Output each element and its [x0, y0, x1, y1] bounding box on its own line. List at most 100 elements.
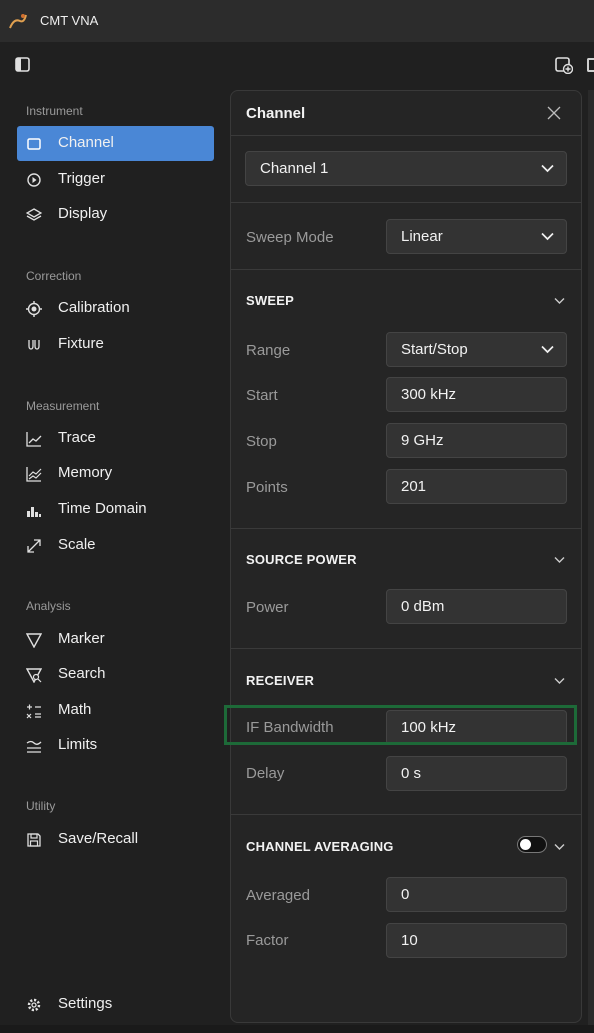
stop-label: Stop [246, 433, 277, 450]
chevron-down-icon [541, 345, 554, 354]
sidebar-item-marker[interactable]: Marker [17, 622, 214, 657]
factor-value: 10 [401, 932, 418, 949]
chevron-down-icon[interactable] [554, 556, 565, 564]
range-label: Range [246, 342, 291, 359]
section-analysis: Analysis [26, 599, 71, 613]
sidebar-item-time-domain[interactable]: Time Domain [17, 492, 214, 527]
chevron-down-icon[interactable] [554, 843, 565, 851]
chevron-down-icon[interactable] [554, 297, 565, 305]
target-icon [26, 301, 42, 317]
range-select[interactable]: Start/Stop [386, 332, 567, 367]
start-input[interactable]: 300 kHz [386, 377, 567, 412]
divider [231, 528, 581, 529]
channel-select-value: Channel 1 [260, 160, 329, 177]
range-value: Start/Stop [401, 341, 468, 358]
channel-panel: Channel Channel 1 Sweep Mode Linear SWEE… [230, 90, 582, 1023]
sidebar-item-settings[interactable]: Settings [17, 987, 214, 1022]
save-icon [27, 833, 41, 847]
sidebar-item-limits[interactable]: Limits [17, 728, 214, 763]
sidebar-item-label: Calibration [58, 299, 130, 316]
sidebar-item-trigger[interactable]: Trigger [17, 162, 214, 197]
sidebar-item-math[interactable]: Math [17, 693, 214, 728]
sidebar-item-trace[interactable]: Trace [17, 421, 214, 456]
stop-value: 9 GHz [401, 432, 444, 449]
sidebar-item-calibration[interactable]: Calibration [17, 291, 214, 326]
channel-select[interactable]: Channel 1 [245, 151, 567, 186]
averaged-value: 0 [401, 886, 410, 903]
sidebar-item-search[interactable]: Search [17, 657, 214, 692]
toolbar [0, 42, 594, 90]
status-bar [0, 1025, 594, 1033]
divider [231, 814, 581, 815]
sidebar-item-label: Time Domain [58, 500, 147, 517]
start-label: Start [246, 387, 278, 404]
source-power-section-header[interactable]: SOURCE POWER [246, 552, 357, 567]
bar-chart-icon [27, 507, 41, 517]
marker-search-icon [26, 668, 42, 683]
factor-input[interactable]: 10 [386, 923, 567, 958]
sidebar-item-label: Trace [58, 429, 96, 446]
resize-icon [27, 539, 41, 553]
sidebar-item-label: Fixture [58, 335, 104, 352]
power-label: Power [246, 599, 289, 616]
close-icon[interactable] [547, 106, 561, 120]
sidebar-item-label: Memory [58, 464, 113, 481]
sweep-mode-select[interactable]: Linear [386, 219, 567, 254]
delay-input[interactable]: 0 s [386, 756, 567, 791]
sidebar-item-label: Settings [58, 995, 113, 1012]
layers-icon [26, 208, 42, 221]
points-label: Points [246, 479, 288, 496]
divider [231, 202, 581, 203]
receiver-section-header[interactable]: RECEIVER [246, 673, 314, 688]
chevron-down-icon [541, 164, 554, 173]
sidebar-item-label: Search [58, 665, 106, 682]
start-value: 300 kHz [401, 386, 457, 403]
fixture-icon [28, 340, 40, 350]
sidebar-item-label: Channel [58, 134, 114, 151]
sidebar-toggle-icon[interactable] [15, 57, 30, 72]
sidebar-item-label: Math [58, 701, 92, 718]
averaged-label: Averaged [246, 887, 310, 904]
sweep-mode-value: Linear [401, 228, 443, 245]
averaged-input[interactable]: 0 [386, 877, 567, 912]
toggle-knob [520, 839, 531, 850]
channel-averaging-section-header[interactable]: CHANNEL AVERAGING [246, 839, 394, 854]
app-title: CMT VNA [40, 13, 99, 28]
add-window-icon[interactable] [555, 56, 573, 74]
sidebar-item-label: Save/Recall [58, 830, 139, 847]
section-utility: Utility [26, 799, 56, 813]
section-instrument: Instrument [26, 104, 83, 118]
trigger-icon [27, 173, 41, 187]
sweep-section-header[interactable]: SWEEP [246, 293, 294, 308]
memory-trace-icon [26, 467, 42, 482]
if-bandwidth-highlight [224, 705, 577, 745]
chevron-down-icon [541, 232, 554, 241]
power-value: 0 dBm [401, 598, 445, 615]
sidebar-item-display[interactable]: Display [17, 197, 214, 232]
gear-icon [27, 998, 41, 1012]
points-input[interactable]: 201 [386, 469, 567, 504]
sidebar-item-memory[interactable]: Memory [17, 456, 214, 491]
delay-value: 0 s [401, 765, 422, 782]
stop-input[interactable]: 9 GHz [386, 423, 567, 458]
panel-title: Channel [246, 105, 306, 122]
channel-icon [27, 138, 41, 150]
averaging-toggle[interactable] [517, 836, 547, 853]
sidebar-item-label: Trigger [58, 170, 105, 187]
sidebar-item-label: Marker [58, 630, 105, 647]
marker-icon [26, 633, 42, 648]
factor-label: Factor [246, 932, 289, 949]
limits-icon [26, 740, 42, 753]
title-bar: CMT VNA [0, 0, 594, 42]
sidebar-item-scale[interactable]: Scale [17, 528, 214, 563]
window-edge-icon[interactable] [587, 58, 594, 72]
delay-label: Delay [246, 765, 285, 782]
sidebar-item-channel[interactable]: Channel [17, 126, 214, 161]
divider [231, 135, 581, 136]
main-area-edge [588, 90, 594, 1033]
power-input[interactable]: 0 dBm [386, 589, 567, 624]
sidebar-item-save-recall[interactable]: Save/Recall [17, 822, 214, 857]
sidebar-item-label: Display [58, 205, 108, 222]
chevron-down-icon[interactable] [554, 677, 565, 685]
sidebar-item-fixture[interactable]: Fixture [17, 327, 214, 362]
